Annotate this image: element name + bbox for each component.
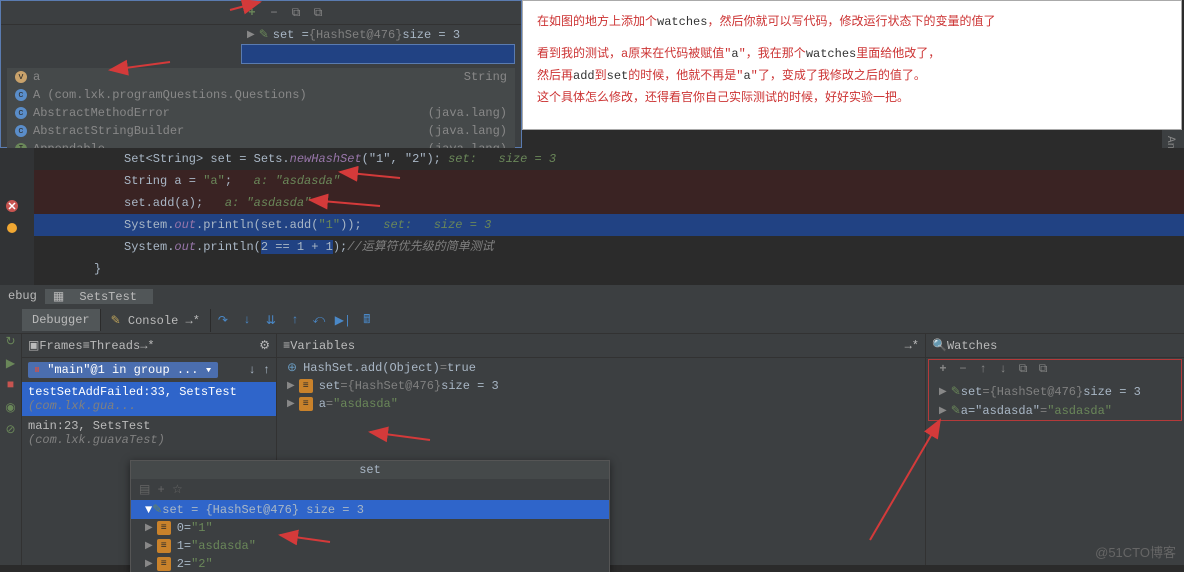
debug-tab-label[interactable]: ebug (0, 289, 45, 303)
watches-highlight-box: + − ↑ ↓ ⧉ ⧉ ▶✎ set = {HashSet@476} size … (928, 359, 1182, 421)
gear-icon[interactable]: ⚙ (259, 338, 270, 353)
rerun-icon[interactable]: ↻ (0, 334, 21, 356)
stop-icon[interactable]: ■ (0, 378, 21, 400)
class-icon: c (15, 125, 27, 137)
debug-toolbar: Debugger ✎ Console →* ↷ ↓ ⇊ ↑ ⤺ ▶| 🖩 (0, 307, 1184, 334)
toolwindow-tabs: ebug ▦ SetsTest (0, 285, 1184, 307)
code-line[interactable]: System.out.println(set.add("1")); set: s… (34, 214, 1184, 236)
editor-gutter (0, 148, 34, 288)
evaluate-icon[interactable]: 🖩 (357, 310, 377, 330)
resume-icon[interactable]: ▶ (0, 356, 21, 378)
class-icon: c (15, 89, 27, 101)
variables-header: ≡ Variables→* (277, 334, 925, 358)
error-gutter-icon (4, 198, 20, 214)
code-area: Set<String> set = Sets.newHashSet("1", "… (34, 148, 1184, 280)
popup-item[interactable]: ▶ ≡ 2 = "2" (131, 555, 609, 572)
variable-icon: v (15, 71, 27, 83)
popup-item[interactable]: ▶ ≡ 1 = "asdasda" (131, 537, 609, 555)
code-editor[interactable]: Set<String> set = Sets.newHashSet("1", "… (0, 148, 1184, 288)
tab-debugger[interactable]: Debugger (22, 309, 101, 331)
tab-console[interactable]: ✎ Console →* (101, 309, 211, 332)
completion-item[interactable]: vaString (7, 68, 515, 86)
watch-input-row[interactable] (241, 44, 515, 64)
watches-column: 🔍 Watches + − ↑ ↓ ⧉ ⧉ ▶✎ set = {HashSet@… (926, 334, 1184, 565)
watch-set-val: {HashSet@476} (309, 28, 403, 42)
completion-item[interactable]: cA (com.lxk.programQuestions.Questions) (7, 86, 515, 104)
watch-set-row[interactable]: ▶ ✎ set = {HashSet@476} size = 3 (241, 25, 521, 44)
class-icon: c (15, 107, 27, 119)
drop-frame-icon[interactable]: ⤺ (309, 310, 329, 330)
code-line[interactable]: String a = "a"; a: "asdasda" (34, 170, 1184, 192)
variable-inspect-popup: set ▤ + ☆ ▼ ✎ set = {HashSet@476} size =… (130, 460, 610, 572)
add-watch-icon[interactable]: + (934, 362, 952, 380)
force-step-icon[interactable]: ⇊ (261, 310, 281, 330)
frame-row[interactable]: main:23, SetsTest (com.lxk.guavaTest) (22, 416, 276, 450)
completion-item[interactable]: cAbstractStringBuilder(java.lang) (7, 122, 515, 140)
variable-row[interactable]: ⊕HashSet.add(Object) = true (277, 358, 925, 377)
watch-row[interactable]: ▶✎ a="asdasda" = "asdasda" (929, 401, 1181, 420)
code-line[interactable]: System.out.println(2 == 1 + 1);//运算符优先级的… (34, 236, 1184, 258)
variable-row[interactable]: ▶≡set = {HashSet@476} size = 3 (277, 377, 925, 395)
run-to-cursor-icon[interactable]: ▶| (333, 310, 353, 330)
dup-icon[interactable]: ⧉ (1034, 362, 1052, 380)
top-panel: + − ⧉ ⧉ ▶ ✎ set = {HashSet@476} size = 3… (0, 0, 522, 148)
popup-head-row[interactable]: ▼ ✎ set = {HashSet@476} size = 3 (131, 500, 609, 519)
bulb-gutter-icon[interactable] (4, 220, 20, 236)
add-watch-icon[interactable]: + (243, 4, 261, 22)
expand-icon[interactable]: ▶ (247, 29, 255, 41)
down-icon[interactable]: ↓ (994, 362, 1012, 380)
dup-icon[interactable]: ⧉ (309, 4, 327, 22)
step-out-icon[interactable]: ↑ (285, 310, 305, 330)
code-line[interactable]: } (34, 258, 1184, 280)
watches-toolbar: + − ↑ ↓ ⧉ ⧉ (929, 360, 1181, 382)
popup-toolbar: ▤ + ☆ (131, 479, 609, 500)
frames-header: ▣ Frames ≡ Threads →*⚙ (22, 334, 276, 358)
view-breakpoints-icon[interactable]: ◉ (0, 400, 21, 422)
annotation-note: 在如图的地方上添加个watches，然后你就可以写代码，修改运行状态下的变量的值… (522, 0, 1182, 130)
popup-item[interactable]: ▶ ≡ 0 = "1" (131, 519, 609, 537)
step-into-icon[interactable]: ↓ (237, 310, 257, 330)
watch-set-size: size = 3 (402, 28, 460, 42)
variable-row[interactable]: ▶≡a = "asdasda" (277, 395, 925, 413)
watermark: @51CTO博客 (1095, 542, 1176, 561)
copy-icon[interactable]: ⧉ (287, 4, 305, 22)
debug-side-strip: ↻ ▶ ■ ◉ ⊘ (0, 334, 22, 565)
mute-breakpoints-icon[interactable]: ⊘ (0, 422, 21, 444)
debug-run-config[interactable]: ▦ SetsTest (45, 289, 153, 304)
watch-set-name: set = (273, 28, 309, 42)
code-line[interactable]: Set<String> set = Sets.newHashSet("1", "… (34, 148, 1184, 170)
code-line[interactable]: set.add(a); a: "asdasda" (34, 192, 1184, 214)
watch-mini-toolbar: + − ⧉ ⧉ (1, 1, 521, 25)
code-completion-popup: vaString cA (com.lxk.programQuestions.Qu… (7, 68, 515, 158)
completion-item[interactable]: cAbstractMethodError(java.lang) (7, 104, 515, 122)
thread-selector[interactable]: ⏸ "main"@1 in group ... ▾ ↓ ↑ (22, 358, 276, 382)
copy-icon[interactable]: ⧉ (1014, 362, 1032, 380)
step-over-icon[interactable]: ↷ (213, 310, 233, 330)
watch-row[interactable]: ▶✎ set = {HashSet@476} size = 3 (929, 382, 1181, 401)
up-icon[interactable]: ↑ (974, 362, 992, 380)
remove-watch-icon[interactable]: − (954, 362, 972, 380)
watches-header: 🔍 Watches (926, 334, 1184, 358)
frame-row[interactable]: testSetAddFailed:33, SetsTest (com.lxk.g… (22, 382, 276, 416)
remove-watch-icon[interactable]: − (265, 4, 283, 22)
popup-title: set (131, 461, 609, 479)
